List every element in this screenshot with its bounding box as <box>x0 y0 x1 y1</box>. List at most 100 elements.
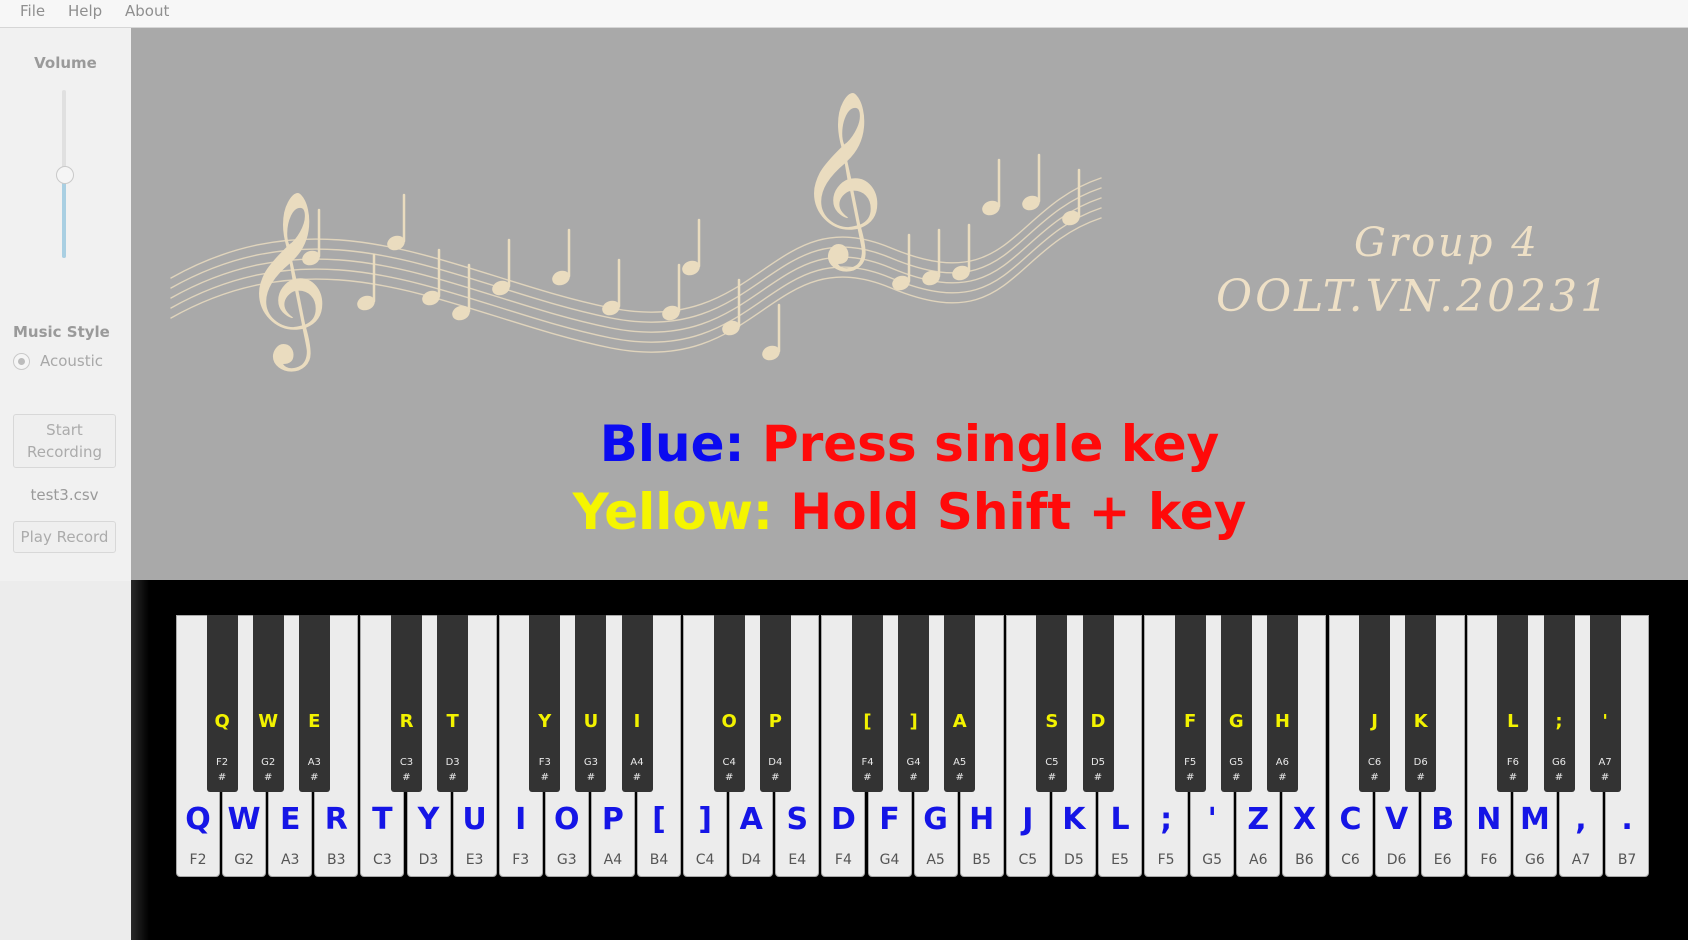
black-key-note: D5 <box>1090 757 1106 768</box>
volume-slider-thumb[interactable] <box>56 166 74 184</box>
white-key-note: B6 <box>1295 852 1314 868</box>
black-key-note: G4 <box>906 757 921 768</box>
black-key-note: F2 <box>216 757 229 768</box>
white-key-note: C6 <box>1341 852 1360 868</box>
black-key-letter: F <box>1184 711 1197 732</box>
black-key[interactable]: R C3 # <box>391 615 422 792</box>
black-key[interactable]: D D5 # <box>1082 615 1114 792</box>
white-key-note: D6 <box>1386 852 1407 868</box>
start-recording-button[interactable]: Start Recording <box>13 414 116 468</box>
instruction-blue-text: Press single key <box>761 415 1220 473</box>
black-key[interactable]: A A5 # <box>944 615 976 792</box>
black-key[interactable]: F F5 # <box>1174 615 1206 792</box>
acoustic-radio-label[interactable]: Acoustic <box>40 352 103 370</box>
black-key-sharp: # <box>1600 772 1610 783</box>
black-key-sharp: # <box>217 772 227 783</box>
black-key[interactable]: S C5 # <box>1036 615 1068 792</box>
black-key[interactable]: O C4 # <box>713 615 745 792</box>
black-key-sharp: # <box>955 772 964 783</box>
instruction-single-key: Blue: Press single key <box>131 415 1688 473</box>
black-key[interactable]: L F6 # <box>1497 615 1529 792</box>
menu-about[interactable]: About <box>125 2 169 20</box>
black-key[interactable]: Y F3 # <box>529 615 561 792</box>
black-key-note: F5 <box>1184 757 1197 768</box>
svg-text:𝄞: 𝄞 <box>796 90 885 272</box>
black-key-note: C3 <box>399 757 414 768</box>
white-key-letter: ; <box>1160 802 1173 837</box>
white-key-letter: O <box>554 802 580 837</box>
black-key-note: A3 <box>307 757 321 768</box>
black-key-letter: L <box>1507 711 1519 732</box>
black-key-letter: ' <box>1602 711 1608 732</box>
black-key[interactable]: G G5 # <box>1220 615 1252 792</box>
white-key-note: F2 <box>189 852 207 868</box>
volume-label: Volume <box>34 54 97 72</box>
black-key[interactable]: I A4 # <box>621 615 653 792</box>
white-key-note: F3 <box>512 852 530 868</box>
black-key-sharp: # <box>724 772 734 783</box>
black-key[interactable]: K D6 # <box>1405 615 1437 792</box>
acoustic-radio[interactable] <box>13 353 30 370</box>
white-key-note: F4 <box>834 852 852 868</box>
black-key[interactable]: U G3 # <box>575 615 607 792</box>
white-key-letter: . <box>1621 802 1633 837</box>
white-key-letter: M <box>1519 802 1550 837</box>
black-key-sharp: # <box>1370 772 1379 783</box>
play-record-button[interactable]: Play Record <box>13 521 116 553</box>
black-key-sharp: # <box>586 772 596 783</box>
black-key-note: A7 <box>1598 757 1612 768</box>
instruction-yellow-text: Hold Shift + key <box>790 483 1247 541</box>
menu-help[interactable]: Help <box>68 2 102 20</box>
black-key[interactable]: ] G4 # <box>898 615 930 792</box>
black-key[interactable]: H A6 # <box>1266 615 1298 792</box>
black-key[interactable]: Q F2 # <box>206 615 238 792</box>
white-key-letter: S <box>786 802 809 837</box>
white-key-letter: ' <box>1207 802 1217 837</box>
white-key-letter: H <box>969 802 995 837</box>
black-key-note: A4 <box>630 757 644 768</box>
black-key-letter: D <box>1090 711 1106 732</box>
white-key-note: E6 <box>1433 852 1452 868</box>
white-key-note: A3 <box>280 852 300 868</box>
white-key-letter: B <box>1431 802 1455 837</box>
black-key[interactable]: W G2 # <box>252 615 284 792</box>
black-key-sharp: # <box>909 772 918 783</box>
control-panel: Volume Music Style Acoustic Start Record… <box>0 28 131 581</box>
menu-file[interactable]: File <box>20 2 45 20</box>
black-key-note: C5 <box>1045 757 1059 768</box>
white-key-letter: Q <box>185 802 211 837</box>
white-key-letter: I <box>515 802 527 837</box>
white-key-letter: J <box>1022 802 1034 837</box>
white-key-note: E4 <box>788 852 807 868</box>
black-key-letter: W <box>258 711 279 732</box>
black-key-letter: G <box>1228 711 1244 732</box>
black-key[interactable]: E A3 # <box>298 615 330 792</box>
white-key-note: A6 <box>1249 852 1268 868</box>
black-key[interactable]: J C6 # <box>1359 615 1391 792</box>
white-key-note: B7 <box>1617 852 1637 868</box>
white-key-letter: L <box>1110 802 1130 837</box>
black-key-letter: S <box>1045 711 1059 732</box>
white-key-note: C4 <box>695 852 715 868</box>
white-key-note: G5 <box>1202 852 1223 868</box>
black-key[interactable]: P D4 # <box>759 615 791 792</box>
white-key-letter: A <box>739 802 763 837</box>
instruction-shift-key: Yellow: Hold Shift + key <box>131 483 1688 541</box>
black-key-letter: A <box>952 711 967 732</box>
black-key[interactable]: [F4 # <box>852 615 883 792</box>
white-key-letter: R <box>324 802 348 837</box>
black-key-note: F6 <box>1506 757 1519 768</box>
black-key-note: C4 <box>722 757 736 768</box>
black-key-sharp: # <box>540 772 549 783</box>
black-key-letter: U <box>583 711 599 732</box>
white-key-note: G2 <box>234 852 254 868</box>
sidebar: Volume Music Style Acoustic Start Record… <box>0 28 131 940</box>
white-key-note: F6 <box>1480 852 1498 868</box>
black-key[interactable]: T D3 # <box>437 615 469 792</box>
black-key-sharp: # <box>1416 772 1425 783</box>
white-key-letter: [ <box>652 802 666 837</box>
black-key-letter: J <box>1371 711 1378 732</box>
black-key-sharp: # <box>632 772 642 783</box>
black-key[interactable]: ; G6 # <box>1543 615 1575 792</box>
black-key[interactable]: ' A7 # <box>1589 615 1621 792</box>
